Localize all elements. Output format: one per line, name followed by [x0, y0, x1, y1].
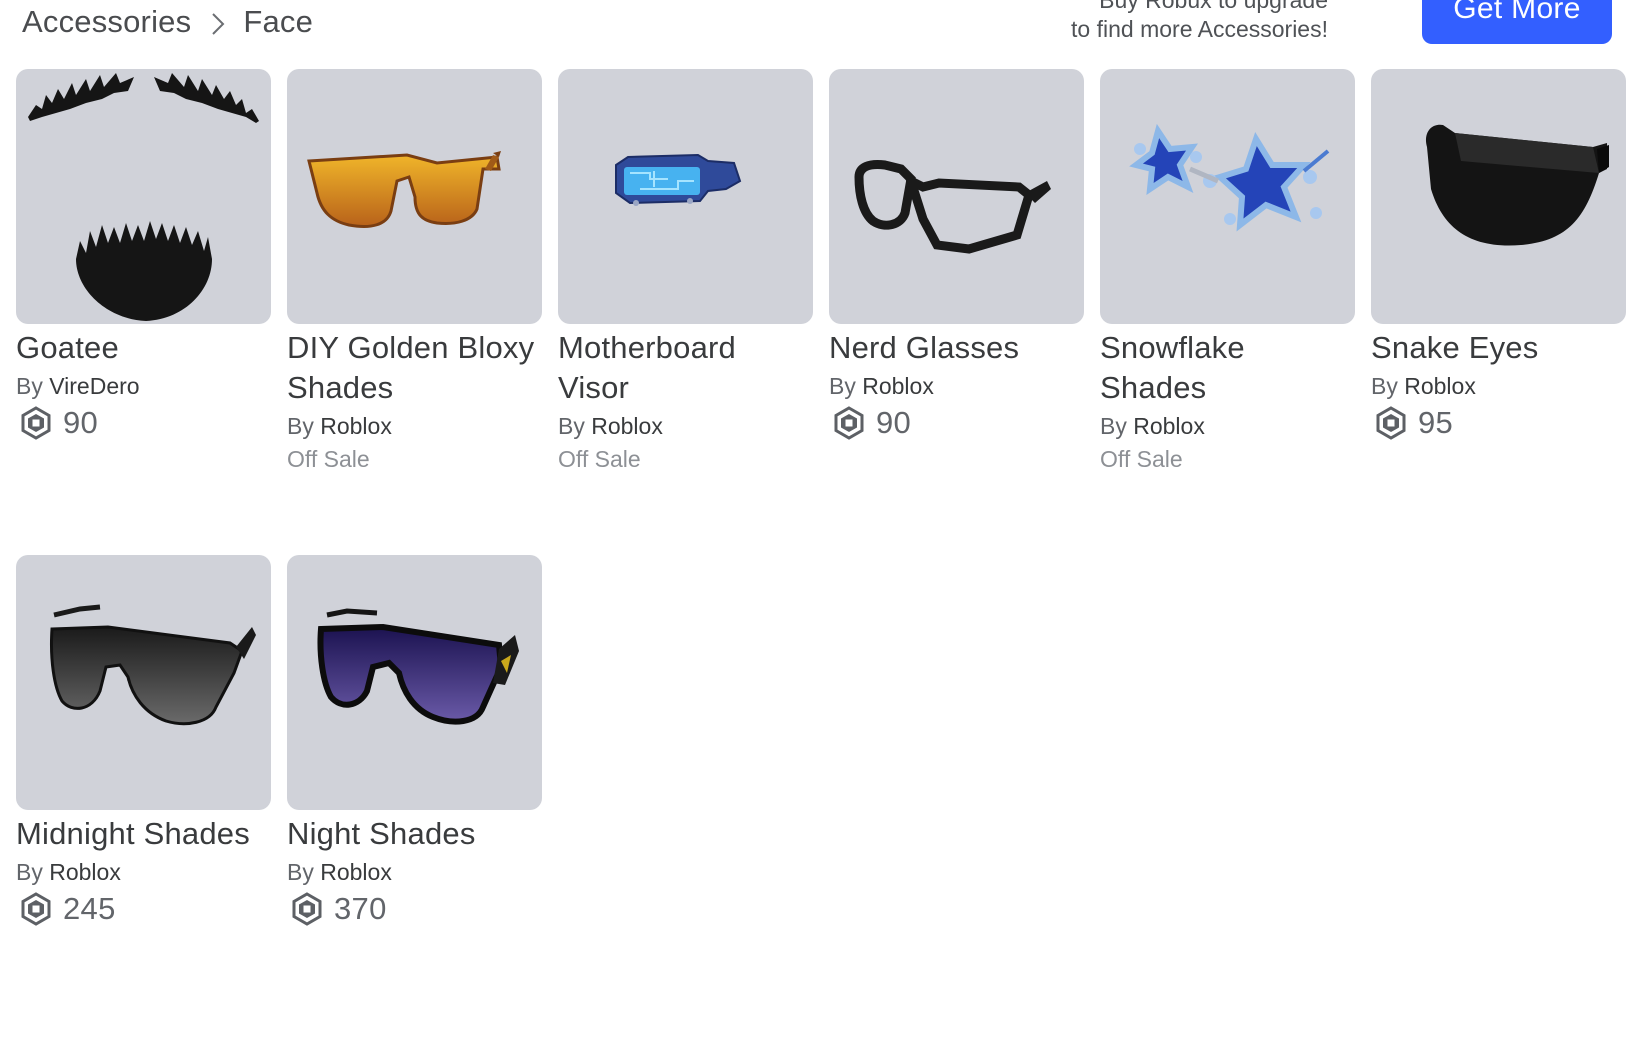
robux-icon [19, 406, 53, 440]
by-label: By [1100, 413, 1127, 439]
get-more-button[interactable]: Get More [1422, 0, 1612, 44]
creator-link[interactable]: Roblox [49, 859, 121, 885]
by-label: By [287, 859, 314, 885]
item-creator: By Roblox [16, 858, 271, 886]
catalog-header: Accessories Face Buy Robux to upgrade to… [0, 0, 1638, 60]
price-row: 245 [16, 890, 271, 928]
item-card-diy-golden-bloxy-shades[interactable]: DIY Golden Bloxy Shades By Roblox Off Sa… [287, 69, 542, 555]
by-label: By [558, 413, 585, 439]
price-row: 95 [1371, 404, 1626, 442]
item-name[interactable]: Goatee [16, 328, 271, 368]
item-card-snake-eyes[interactable]: Snake Eyes By Roblox 95 [1371, 69, 1626, 555]
by-label: By [287, 413, 314, 439]
item-name[interactable]: Nerd Glasses [829, 328, 1084, 368]
item-card-nerd-glasses[interactable]: Nerd Glasses By Roblox 90 [829, 69, 1084, 555]
item-creator: By Roblox [287, 858, 542, 886]
item-card-snowflake-shades[interactable]: Snowflake Shades By Roblox Off Sale [1100, 69, 1355, 555]
item-card-goatee[interactable]: Goatee By VireDero 90 [16, 69, 271, 555]
golden-shades-image[interactable] [287, 69, 542, 324]
creator-link[interactable]: Roblox [591, 413, 663, 439]
item-card-motherboard-visor[interactable]: Motherboard Visor By Roblox Off Sale [558, 69, 813, 555]
off-sale-label: Off Sale [287, 446, 370, 472]
promo-line-1: Buy Robux to upgrade [1099, 0, 1328, 13]
item-creator: By Roblox [829, 372, 1084, 400]
price-row: 90 [829, 404, 1084, 442]
off-sale-label: Off Sale [558, 446, 641, 472]
item-creator: By VireDero [16, 372, 271, 400]
snake-eyes-image[interactable] [1371, 69, 1626, 324]
item-price: 245 [63, 891, 116, 926]
item-creator: By Roblox [287, 412, 542, 440]
midnight-shades-image[interactable] [16, 555, 271, 810]
goatee-image[interactable] [16, 69, 271, 324]
breadcrumb-accessories-link[interactable]: Accessories [22, 4, 191, 40]
item-price: 90 [876, 405, 912, 440]
item-price: 90 [63, 405, 99, 440]
robux-icon [832, 406, 866, 440]
breadcrumb: Accessories Face [22, 4, 313, 40]
item-creator: By Roblox [1100, 412, 1355, 440]
night-shades-image[interactable] [287, 555, 542, 810]
item-card-night-shades[interactable]: Night Shades By Roblox 370 [287, 555, 542, 1040]
item-creator: By Roblox [1371, 372, 1626, 400]
item-name[interactable]: Snowflake Shades [1100, 328, 1355, 408]
item-name[interactable]: Snake Eyes [1371, 328, 1626, 368]
creator-link[interactable]: Roblox [862, 373, 934, 399]
item-grid: Goatee By VireDero 90 DIY Golden Bloxy S… [16, 69, 1626, 1040]
creator-link[interactable]: Roblox [1133, 413, 1205, 439]
promo-line-2: to find more Accessories! [1071, 16, 1328, 42]
snowflake-shades-image[interactable] [1100, 69, 1355, 324]
creator-link[interactable]: Roblox [320, 859, 392, 885]
motherboard-visor-image[interactable] [558, 69, 813, 324]
item-card-midnight-shades[interactable]: Midnight Shades By Roblox 245 [16, 555, 271, 1040]
chevron-right-icon [205, 11, 231, 37]
item-name[interactable]: Night Shades [287, 814, 542, 854]
creator-link[interactable]: Roblox [320, 413, 392, 439]
item-name[interactable]: Midnight Shades [16, 814, 271, 854]
item-name[interactable]: Motherboard Visor [558, 328, 813, 408]
creator-link[interactable]: Roblox [1404, 373, 1476, 399]
by-label: By [1371, 373, 1398, 399]
creator-link[interactable]: VireDero [49, 373, 139, 399]
nerd-glasses-image[interactable] [829, 69, 1084, 324]
promo-text: Buy Robux to upgrade to find more Access… [1071, 0, 1328, 44]
breadcrumb-current: Face [243, 4, 314, 39]
by-label: By [16, 859, 43, 885]
by-label: By [829, 373, 856, 399]
item-name[interactable]: DIY Golden Bloxy Shades [287, 328, 542, 408]
price-row: 90 [16, 404, 271, 442]
robux-icon [290, 892, 324, 926]
by-label: By [16, 373, 43, 399]
robux-icon [1374, 406, 1408, 440]
off-sale-label: Off Sale [1100, 446, 1183, 472]
item-creator: By Roblox [558, 412, 813, 440]
price-row: 370 [287, 890, 542, 928]
item-price: 370 [334, 891, 387, 926]
item-price: 95 [1418, 405, 1454, 440]
robux-icon [19, 892, 53, 926]
